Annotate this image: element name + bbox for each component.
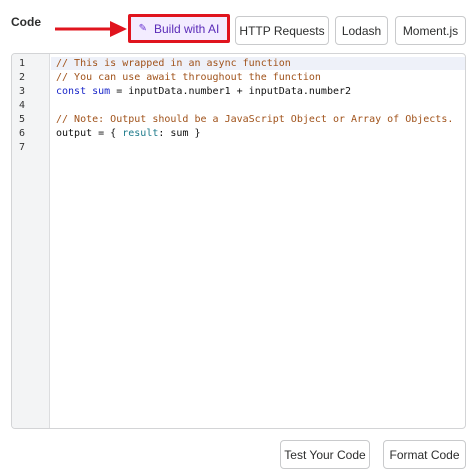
format-code-button[interactable]: Format Code — [383, 440, 466, 469]
test-your-code-button[interactable]: Test Your Code — [280, 440, 370, 469]
line-number: 7 — [19, 142, 26, 153]
output-assign: output = { — [56, 128, 123, 139]
output-close: : sum } — [158, 128, 201, 139]
line-number: 1 — [19, 58, 26, 69]
http-requests-button[interactable]: HTTP Requests — [235, 16, 329, 45]
red-arrow-annotation — [55, 21, 127, 37]
sparkle-icon: ✎ — [138, 23, 147, 34]
code-line-5: // Note: Output should be a JavaScript O… — [56, 114, 454, 125]
line-number-gutter: 1 2 3 4 5 6 7 — [12, 54, 50, 428]
moment-button[interactable]: Moment.js — [395, 16, 466, 45]
code-line-1: // This is wrapped in an async function — [56, 58, 291, 69]
keyword-const: const — [56, 86, 87, 97]
build-with-ai-button[interactable]: ✎ Build with AI — [128, 14, 230, 43]
property-result: result — [122, 128, 159, 139]
variable-sum: sum — [92, 86, 111, 97]
code-editor[interactable]: 1 2 3 4 5 6 7 // This is wrapped in an a… — [11, 53, 466, 429]
line-number: 2 — [19, 72, 26, 83]
line-number: 6 — [19, 128, 26, 139]
build-with-ai-label: Build with AI — [154, 21, 220, 36]
line-number: 3 — [19, 86, 26, 97]
lodash-button[interactable]: Lodash — [335, 16, 388, 45]
line-number: 4 — [19, 100, 26, 111]
code-line-2: // You can use await throughout the func… — [56, 72, 321, 83]
code-line-6: output = { result: sum } — [56, 127, 461, 140]
code-line-3: const sum = inputData.number1 + inputDat… — [56, 85, 461, 98]
line-number: 5 — [19, 114, 26, 125]
expression: = inputData.number1 + inputData.number2 — [110, 86, 352, 97]
